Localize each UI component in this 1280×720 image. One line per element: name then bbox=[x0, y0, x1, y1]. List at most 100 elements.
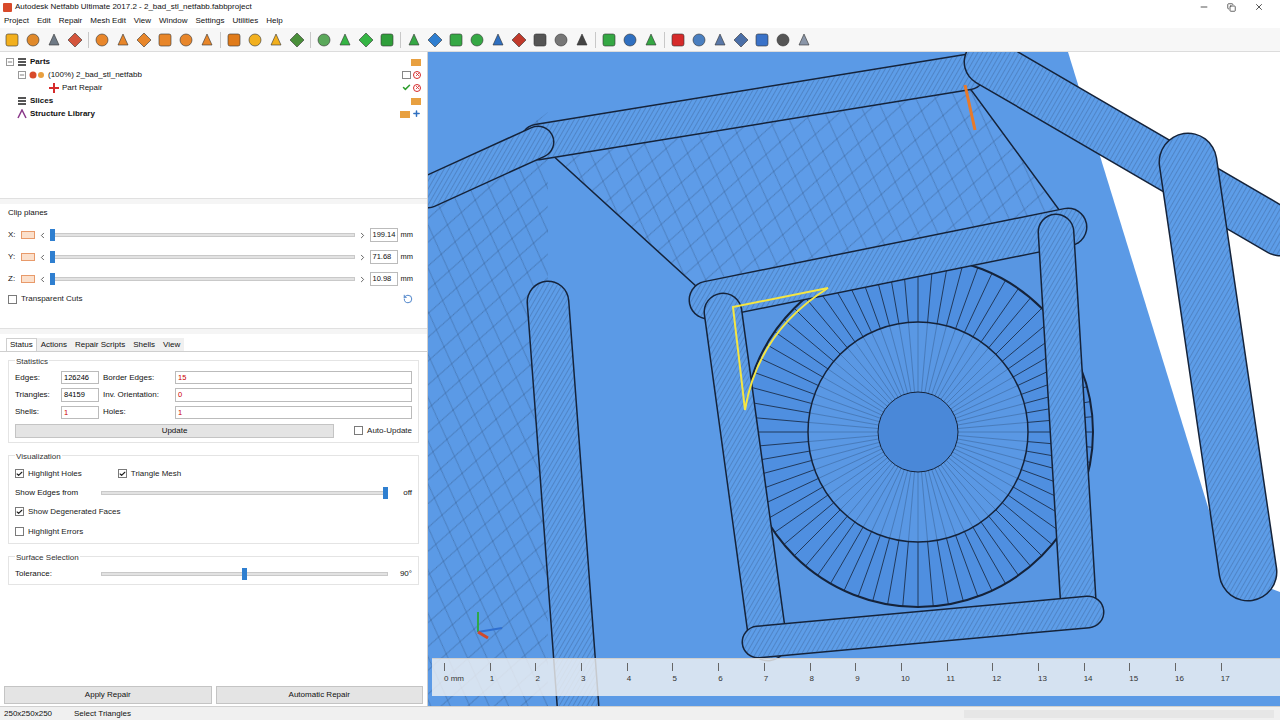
collapse-icon[interactable] bbox=[6, 58, 14, 66]
slider-thumb[interactable] bbox=[383, 487, 388, 499]
toolbar-tool-icon[interactable] bbox=[796, 32, 812, 48]
toolbar-tool-icon[interactable] bbox=[67, 32, 83, 48]
toolbar-tool-icon[interactable] bbox=[379, 32, 395, 48]
checkbox-box[interactable] bbox=[8, 295, 17, 304]
tab[interactable]: Status bbox=[6, 338, 37, 351]
add-icon[interactable] bbox=[412, 109, 421, 118]
apply-check-icon[interactable] bbox=[402, 83, 411, 92]
open-folder-icon[interactable] bbox=[411, 97, 421, 105]
toolbar-tool-icon[interactable] bbox=[469, 32, 485, 48]
toolbar-tool-icon[interactable] bbox=[25, 32, 41, 48]
clip-value-field[interactable]: 71.68 bbox=[370, 250, 398, 263]
toolbar-tool-icon[interactable] bbox=[337, 32, 353, 48]
clip-plane-slider[interactable] bbox=[50, 273, 355, 285]
toolbar-tool-icon[interactable] bbox=[94, 32, 110, 48]
checkbox-box[interactable] bbox=[354, 426, 363, 435]
toolbar-tool-icon[interactable] bbox=[46, 32, 62, 48]
viewport[interactable]: 0 mm1234567891011121314151617 bbox=[428, 52, 1280, 706]
menu-item[interactable]: Window bbox=[159, 15, 187, 27]
checkbox-box[interactable] bbox=[15, 527, 24, 536]
toolbar-tool-icon[interactable] bbox=[316, 32, 332, 48]
repair-button[interactable]: Apply Repair bbox=[4, 686, 212, 704]
open-folder-icon[interactable] bbox=[400, 110, 410, 118]
transparent-cuts-checkbox[interactable]: Transparent Cuts bbox=[8, 292, 83, 306]
splitter[interactable] bbox=[0, 328, 427, 334]
stat-field[interactable]: 15 bbox=[175, 371, 412, 384]
toolbar-tool-icon[interactable] bbox=[247, 32, 263, 48]
open-folder-icon[interactable] bbox=[411, 58, 421, 66]
menu-item[interactable]: Repair bbox=[59, 15, 83, 27]
toolbar-tool-icon[interactable] bbox=[691, 32, 707, 48]
auto-update-checkbox[interactable]: Auto-Update bbox=[354, 424, 412, 438]
toolbar-tool-icon[interactable] bbox=[490, 32, 506, 48]
stat-field[interactable]: 1 bbox=[61, 406, 99, 419]
close-icon[interactable] bbox=[1254, 2, 1264, 12]
toolbar-tool-icon[interactable] bbox=[115, 32, 131, 48]
toolbar-tool-icon[interactable] bbox=[178, 32, 194, 48]
menu-item[interactable]: Mesh Edit bbox=[90, 15, 126, 27]
toolbar-tool-icon[interactable] bbox=[289, 32, 305, 48]
toolbar-tool-icon[interactable] bbox=[136, 32, 152, 48]
clip-plane-slider[interactable] bbox=[50, 251, 355, 263]
checkbox-box[interactable] bbox=[118, 469, 127, 478]
stat-field[interactable]: 126246 bbox=[61, 371, 99, 384]
tree-item[interactable]: Structure Library bbox=[0, 107, 427, 120]
tab[interactable]: View bbox=[159, 338, 184, 351]
restore-icon[interactable] bbox=[1227, 3, 1236, 12]
tree-item[interactable]: Parts bbox=[0, 55, 427, 68]
checkbox-box[interactable] bbox=[15, 469, 24, 478]
toolbar-tool-icon[interactable] bbox=[622, 32, 638, 48]
toolbar-tool-icon[interactable] bbox=[4, 32, 20, 48]
remove-icon[interactable] bbox=[413, 84, 421, 92]
toolbar-tool-icon[interactable] bbox=[199, 32, 215, 48]
toolbar-tool-icon[interactable] bbox=[268, 32, 284, 48]
slider-thumb[interactable] bbox=[50, 273, 55, 285]
menu-item[interactable]: Edit bbox=[37, 15, 51, 27]
clip-value-field[interactable]: 10.98 bbox=[370, 272, 398, 285]
toolbar-tool-icon[interactable] bbox=[553, 32, 569, 48]
tab[interactable]: Shells bbox=[129, 338, 159, 351]
decrease-icon[interactable] bbox=[38, 231, 47, 240]
tolerance-slider[interactable] bbox=[101, 568, 388, 580]
plane-color-swatch[interactable] bbox=[21, 275, 35, 283]
slider-thumb[interactable] bbox=[50, 251, 55, 263]
part-count-icon[interactable] bbox=[402, 71, 411, 79]
toolbar-tool-icon[interactable] bbox=[733, 32, 749, 48]
clip-plane-slider[interactable] bbox=[50, 229, 355, 241]
remove-icon[interactable] bbox=[413, 71, 421, 79]
menu-item[interactable]: Help bbox=[266, 15, 282, 27]
show-edges-slider[interactable] bbox=[101, 487, 388, 499]
toolbar-tool-icon[interactable] bbox=[574, 32, 590, 48]
mesh-model-drawing[interactable] bbox=[428, 52, 1280, 706]
toolbar-tool-icon[interactable] bbox=[226, 32, 242, 48]
stat-field[interactable]: 84159 bbox=[61, 388, 99, 401]
slider-thumb[interactable] bbox=[242, 568, 247, 580]
plane-color-swatch[interactable] bbox=[21, 253, 35, 261]
update-button[interactable]: Update bbox=[15, 424, 334, 438]
highlight-holes-checkbox[interactable]: Highlight Holes bbox=[15, 467, 82, 481]
toolbar-tool-icon[interactable] bbox=[532, 32, 548, 48]
toolbar-tool-icon[interactable] bbox=[670, 32, 686, 48]
toolbar-tool-icon[interactable] bbox=[601, 32, 617, 48]
repair-button[interactable]: Automatic Repair bbox=[216, 686, 424, 704]
increase-icon[interactable] bbox=[358, 253, 367, 262]
tab[interactable]: Repair Scripts bbox=[71, 338, 129, 351]
toolbar-tool-icon[interactable] bbox=[643, 32, 659, 48]
slider-thumb[interactable] bbox=[50, 229, 55, 241]
highlight-errors-checkbox[interactable]: Highlight Errors bbox=[15, 525, 412, 539]
toolbar-tool-icon[interactable] bbox=[406, 32, 422, 48]
plane-color-swatch[interactable] bbox=[21, 231, 35, 239]
menu-item[interactable]: Settings bbox=[196, 15, 225, 27]
tree-item[interactable]: Slices bbox=[0, 94, 427, 107]
triangle-mesh-checkbox[interactable]: Triangle Mesh bbox=[118, 467, 181, 481]
decrease-icon[interactable] bbox=[38, 253, 47, 262]
increase-icon[interactable] bbox=[358, 275, 367, 284]
stat-field[interactable]: 1 bbox=[175, 406, 412, 419]
minimize-icon[interactable] bbox=[1199, 2, 1209, 12]
decrease-icon[interactable] bbox=[38, 275, 47, 284]
toolbar-tool-icon[interactable] bbox=[427, 32, 443, 48]
tree-item[interactable]: (100%) 2_bad_stl_netfabb bbox=[0, 68, 427, 81]
splitter[interactable] bbox=[0, 198, 427, 204]
menu-item[interactable]: Project bbox=[4, 15, 29, 27]
tab[interactable]: Actions bbox=[37, 338, 71, 351]
